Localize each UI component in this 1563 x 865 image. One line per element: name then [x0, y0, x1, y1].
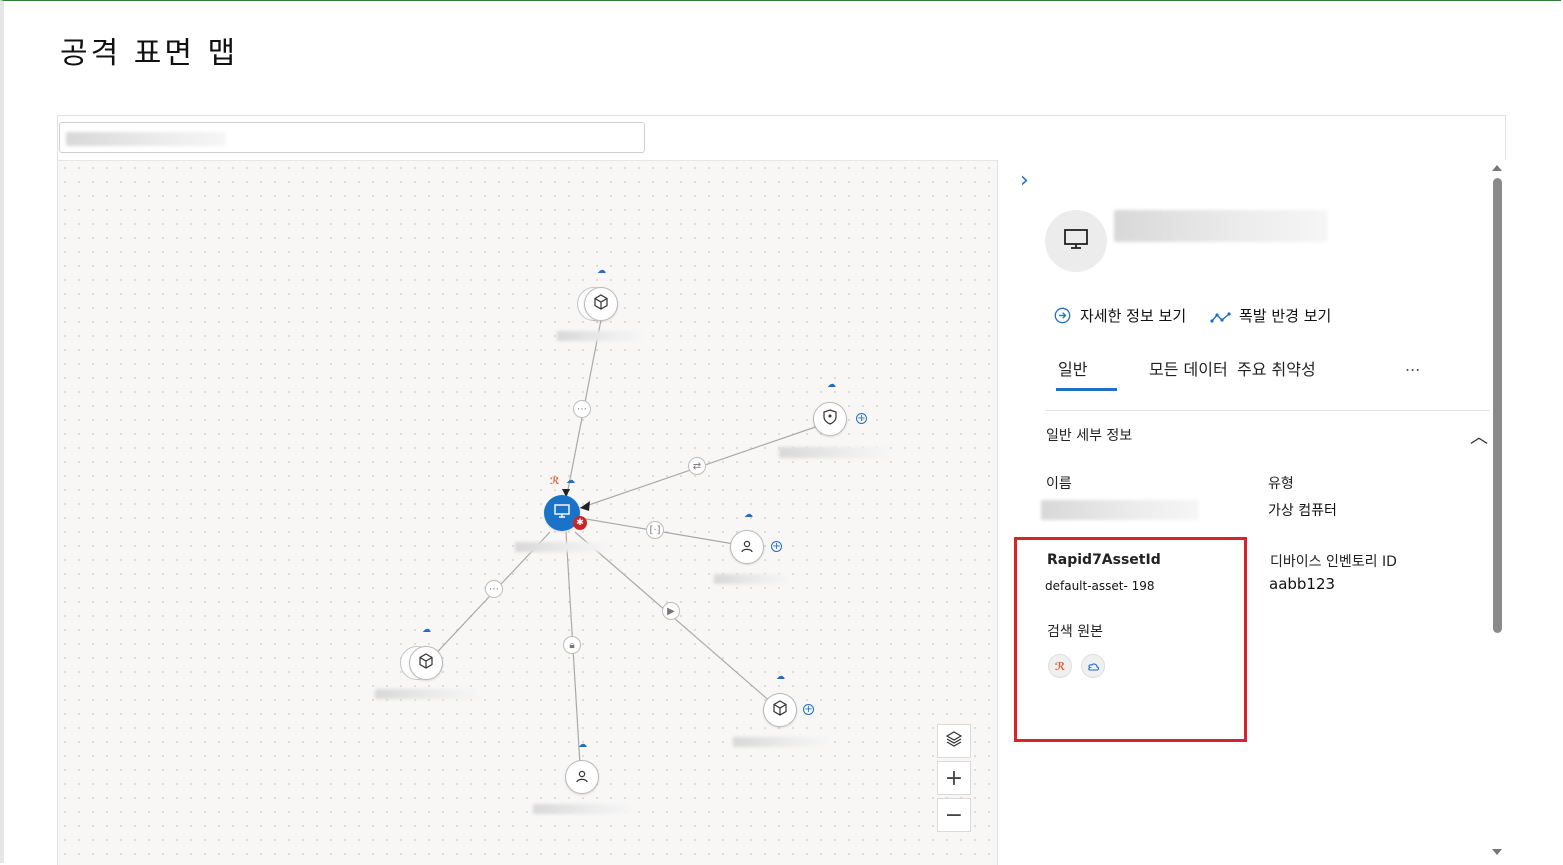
redacted-node-label [733, 737, 828, 747]
expand-plus-icon[interactable]: + [771, 541, 782, 552]
redacted-node-label [714, 574, 788, 584]
code-edge-icon[interactable]: [·] [646, 521, 664, 539]
view-blast-radius-link[interactable]: 폭발 반경 보기 [1239, 305, 1331, 326]
cloud-icon: ☁ [578, 740, 587, 750]
redacted-node-label [779, 447, 889, 458]
device-inventory-id-label: 디바이스 인벤토리 ID [1270, 554, 1397, 570]
user-icon [575, 768, 589, 787]
layers-button[interactable] [937, 724, 971, 758]
monitor-icon [1062, 227, 1090, 255]
redacted-name-value [1041, 500, 1199, 520]
zoom-out-button[interactable]: − [937, 798, 971, 832]
redacted-node-label [557, 331, 643, 341]
node-user-right[interactable] [730, 530, 764, 564]
see-more-details-link[interactable]: 자세한 정보 보기 [1080, 305, 1186, 326]
cloud-icon: ☁ [827, 380, 836, 390]
rapid7-icon: ℛ [550, 476, 560, 487]
tab-general[interactable]: 일반 [1058, 356, 1087, 380]
monitor-icon [553, 503, 571, 523]
cloud-icon: ☁ [776, 672, 785, 682]
play-edge-icon[interactable]: ▶ [662, 602, 680, 620]
active-tab-indicator [1056, 388, 1117, 391]
redacted-node-label [375, 689, 478, 699]
user-icon [740, 538, 754, 557]
lock-edge-icon[interactable]: 🔒︎ [563, 636, 581, 654]
rapid7-asset-id-label: Rapid7AssetId [1047, 552, 1161, 568]
layers-icon [945, 729, 963, 754]
cube-icon [772, 700, 788, 720]
cloud-icon: ☁ [744, 510, 753, 520]
cloud-source-icon [1081, 654, 1105, 678]
node-security-right[interactable] [813, 402, 847, 436]
discovery-source-label: 검색 원본 [1047, 624, 1103, 640]
scroll-thumb[interactable] [1493, 178, 1502, 633]
node-container-top[interactable] [584, 287, 618, 321]
scroll-up-arrow-icon[interactable] [1492, 165, 1502, 171]
type-value: 가상 컴퓨터 [1268, 503, 1337, 519]
expand-plus-icon[interactable]: + [856, 413, 867, 424]
rapid7-asset-id-value: default-asset- 198 [1045, 579, 1155, 593]
shield-icon [823, 409, 837, 429]
collapse-panel-chevron-icon[interactable]: › [1020, 168, 1029, 193]
asset-avatar [1045, 210, 1107, 272]
exchange-edge-icon[interactable]: ⇄ [688, 457, 706, 475]
cloud-icon: ☁ [422, 625, 431, 635]
type-label: 유형 [1268, 476, 1294, 492]
node-container-bottom-right[interactable] [763, 693, 797, 727]
scroll-down-arrow-icon[interactable] [1492, 849, 1502, 855]
cloud-icon: ☁ [566, 476, 575, 486]
node-user-bottom[interactable] [565, 760, 599, 794]
more-edge-icon[interactable]: ⋯ [573, 400, 591, 418]
cube-icon [418, 653, 434, 673]
rapid7-source-icon: ℛ [1048, 654, 1072, 678]
redacted-asset-name [1114, 210, 1328, 242]
section-general-details[interactable]: 일반 세부 정보 [1046, 425, 1132, 445]
tab-key-vulnerabilities[interactable]: 주요 취약성 [1237, 356, 1316, 380]
tab-overflow-more[interactable]: ... [1405, 356, 1420, 375]
divider [1045, 410, 1490, 411]
arrow-right-circle-icon [1054, 307, 1071, 328]
device-inventory-id-value: aabb123 [1269, 575, 1336, 593]
more-edge-icon[interactable]: ⋯ [485, 580, 503, 598]
vulnerability-badge-icon: ✱ [573, 516, 587, 530]
zoom-in-button[interactable]: + [937, 761, 971, 795]
chevron-up-icon[interactable]: ︿ [1470, 423, 1488, 449]
redacted-node-label [515, 542, 610, 552]
blast-radius-icon [1210, 310, 1232, 329]
tab-all-data[interactable]: 모든 데이터 [1149, 356, 1228, 380]
expand-plus-icon[interactable]: + [803, 704, 814, 715]
name-label: 이름 [1046, 476, 1072, 492]
node-container-left[interactable] [409, 646, 443, 680]
cloud-icon: ☁ [597, 266, 606, 276]
cube-icon [593, 294, 609, 314]
graph-edges [426, 319, 831, 766]
redacted-node-label [533, 804, 631, 814]
